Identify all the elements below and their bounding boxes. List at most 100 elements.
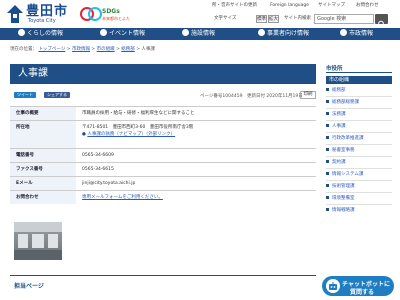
breadcrumb-current: 人事課	[141, 47, 155, 52]
bullet-icon	[326, 100, 329, 103]
event-icon	[100, 29, 107, 36]
search-button[interactable]	[375, 14, 388, 28]
nav-item-events[interactable]: イベント情報	[100, 28, 145, 40]
side-item-label: 行政改革推進課	[332, 136, 364, 141]
side-item-gijutsu[interactable]: 技術管理課	[326, 184, 392, 190]
table-row: 電話番号 0565-34-6609	[10, 148, 316, 163]
fontsize-standard-button[interactable]: 標準	[256, 15, 267, 23]
nav-item-business[interactable]: 事業者向け情報	[258, 28, 309, 40]
side-item-soumuka[interactable]: 総務部総務課	[326, 100, 392, 106]
side-item-jinji[interactable]: 人事課	[326, 124, 392, 130]
briefcase-icon	[258, 29, 265, 36]
bullet-icon	[326, 88, 329, 91]
facebook-share-button[interactable]: シェアする	[44, 92, 70, 98]
breadcrumb-link-citygov[interactable]: 市政情報	[72, 47, 90, 52]
row-label: 電話番号	[10, 148, 76, 163]
side-item-hisho[interactable]: 秘書室事務	[326, 148, 392, 154]
office-photo	[14, 222, 62, 260]
table-row: 仕事の概要 市職員の採用・給与・研修・福利厚生などに関すること	[10, 106, 316, 121]
toplink-sitemap[interactable]: サイトマップ	[318, 3, 345, 9]
map-pin-icon: ●	[82, 132, 86, 137]
row-value: jinji@city.toyota.aichi.jp	[76, 176, 316, 191]
table-row: お問合わせ 専用メールフォームをご利用ください。	[10, 190, 316, 204]
side-divider	[326, 96, 392, 97]
side-item-label: 秘書室事務	[332, 148, 355, 153]
print-button[interactable]: 印刷	[300, 91, 316, 99]
side-item-label: 環境整備室	[332, 196, 355, 201]
side-item-label: 情報システム課	[332, 172, 364, 177]
chatbot-robot-icon	[326, 279, 340, 293]
side-divider	[326, 192, 392, 193]
row-label: ファクス番号	[10, 162, 76, 177]
address-text: 〒471-8501 豊田市西町3-60 豊田市役所南庁舎3階	[82, 125, 194, 130]
side-item-senryaku[interactable]: 情報戦略課	[326, 208, 392, 214]
side-item-label: 人事課	[332, 124, 346, 129]
side-item-joho[interactable]: 情報システム課	[326, 172, 392, 178]
toplink-contact[interactable]: お問合わせ	[356, 3, 379, 9]
nav-item-label: くらしの情報	[27, 30, 64, 37]
fontsize-large-button[interactable]: 拡大	[268, 15, 279, 23]
side-divider	[326, 156, 392, 157]
site-logo[interactable]: 豊田市	[26, 5, 68, 18]
nav-item-label: 事業者向け情報	[267, 30, 310, 37]
tweet-button[interactable]: ツイート	[14, 92, 36, 98]
toplink-foreign[interactable]: Foreign language	[270, 3, 309, 9]
breadcrumb-sep: >	[90, 47, 97, 52]
search-input[interactable]: Google 検索	[314, 14, 374, 24]
breadcrumb-link-top[interactable]: トップページ	[38, 47, 65, 52]
bullet-icon	[326, 184, 329, 187]
nav-item-label: 市政情報	[349, 30, 374, 37]
side-title: 市役所	[326, 66, 343, 72]
side-divider	[326, 144, 392, 145]
side-item-gyoukaku[interactable]: 行政改革推進課	[326, 136, 392, 142]
bullet-icon	[326, 148, 329, 151]
side-item-kankyo[interactable]: 環境整備室	[326, 196, 392, 202]
side-item-soumu[interactable]: 総務部	[326, 88, 392, 94]
row-label: 所在地	[10, 120, 76, 149]
building-icon	[182, 29, 189, 36]
breadcrumb-link-soumu[interactable]: 総務部	[121, 47, 135, 52]
nav-item-label: イベント情報	[109, 30, 146, 37]
page-title: 人事課	[18, 68, 48, 79]
bullet-icon	[326, 208, 329, 211]
breadcrumb-sep: >	[65, 47, 72, 52]
side-item-label: 技術管理課	[332, 184, 355, 189]
table-row: Eメール jinji@city.toyota.aichi.jp	[10, 176, 316, 191]
breadcrumb-link-org[interactable]: 市の組織	[97, 47, 115, 52]
breadcrumb-prefix: 現在の位置：	[10, 47, 37, 52]
city-emblem-icon[interactable]	[7, 5, 23, 23]
toplink-home[interactable]: 所・音声サイトの更新	[212, 3, 257, 9]
side-item-houmu[interactable]: 法務課	[326, 112, 392, 118]
side-divider	[326, 120, 392, 121]
page-title-bar	[10, 64, 316, 84]
search-bar: Google 検索	[314, 14, 388, 28]
bullet-icon	[326, 112, 329, 115]
side-item-label: 情報戦略課	[332, 208, 355, 213]
page-number: ページ番号1004459	[200, 94, 243, 99]
nav-item-facilities[interactable]: 施設情報	[182, 28, 215, 40]
search-label: サイト内検索	[284, 16, 311, 21]
bullet-icon	[326, 160, 329, 163]
nav-item-living[interactable]: くらしの情報	[18, 28, 63, 40]
updated-date: 更新日付 2020年11月19日	[246, 94, 303, 99]
side-heading-org[interactable]: 市の組織	[326, 76, 392, 84]
row-value: 〒471-8501 豊田市西町3-60 豊田市役所南庁舎3階 ● 人事課の執務（ナ…	[76, 120, 316, 149]
side-divider	[326, 180, 392, 181]
row-label: Eメール	[10, 176, 76, 191]
breadcrumb: 現在の位置： トップページ > 市政情報 > 市の組織 > 総務部 > 人事課	[10, 46, 310, 54]
nav-item-citygov[interactable]: 市政情報	[340, 28, 373, 40]
fontsize-label: 文字サイズ	[214, 16, 237, 21]
page-id: ページ番号1004459 更新日付 2020年11月19日	[200, 93, 303, 99]
bullet-icon	[326, 136, 329, 139]
house-icon	[18, 29, 25, 36]
mail-form-link[interactable]: 専用メールフォームをご利用ください。	[82, 195, 163, 200]
side-item-keiyaku[interactable]: 契約課	[326, 160, 392, 166]
contact-section-title: 担当ページ	[14, 283, 44, 290]
side-item-label: 総務部総務課	[332, 100, 359, 105]
map-link[interactable]: 人事課の執務（ナビマップ）（外部リンク）	[87, 132, 175, 137]
bullet-icon	[326, 124, 329, 127]
chatbot-label-2: 質問する	[350, 289, 375, 296]
sdgs-subtitle: 未来都市とよた	[102, 16, 130, 21]
row-value: 市職員の採用・給与・研修・福利厚生などに関すること	[76, 106, 316, 121]
nav-item-label: 施設情報	[191, 30, 216, 37]
